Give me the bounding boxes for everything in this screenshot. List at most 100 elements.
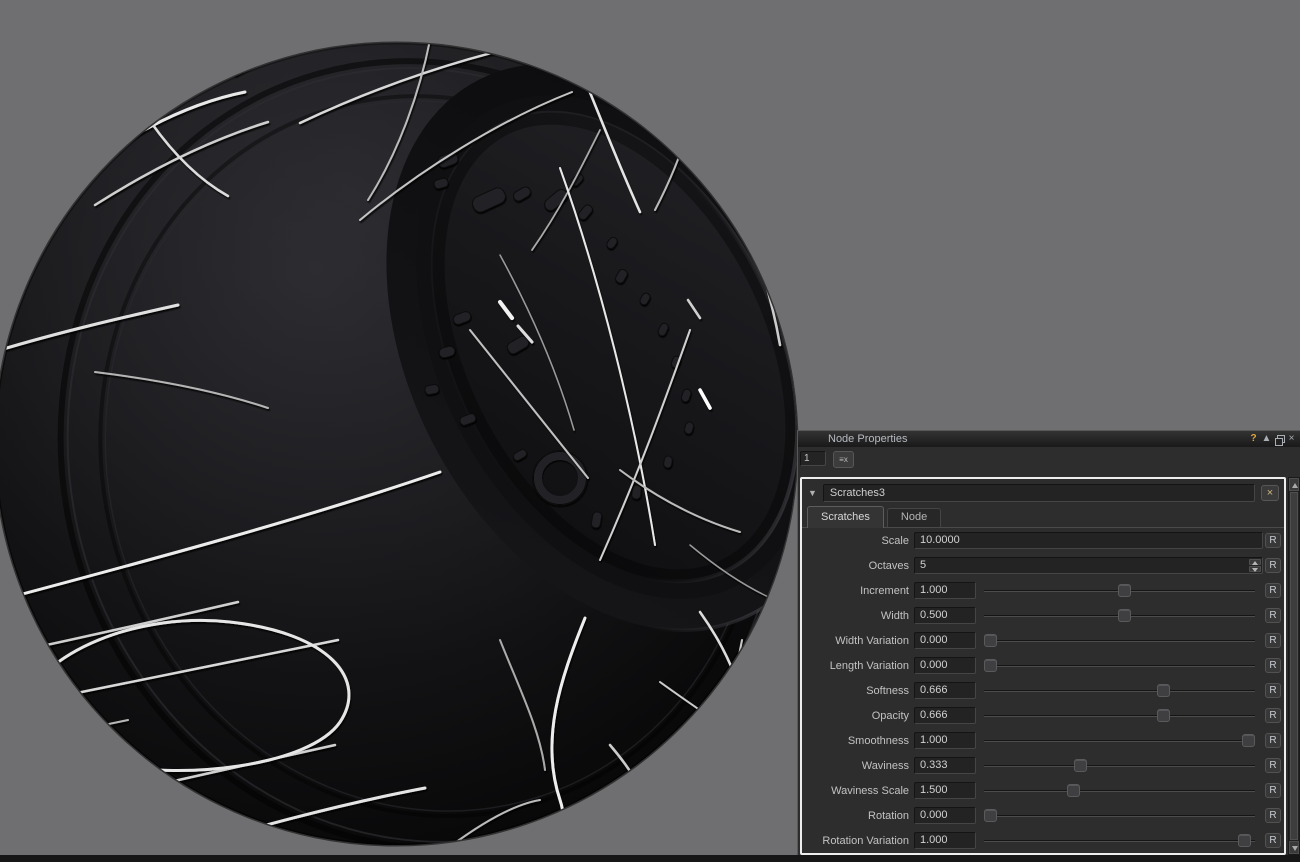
param-slider-rotation-variation[interactable] <box>984 832 1255 849</box>
param-slider-rotation[interactable] <box>984 807 1255 824</box>
tab-node[interactable]: Node <box>886 508 942 527</box>
slider-handle[interactable] <box>984 809 997 822</box>
param-slider-width[interactable] <box>984 607 1255 624</box>
node-index-input[interactable] <box>800 451 826 466</box>
slider-handle[interactable] <box>1156 684 1170 697</box>
param-value-length-variation[interactable]: 0.000 <box>914 657 976 674</box>
spinner-octaves[interactable] <box>1249 559 1261 572</box>
collapse-arrow-icon[interactable]: ▼ <box>808 488 817 498</box>
reset-button-opacity[interactable]: R <box>1265 708 1281 723</box>
node-tabs: Scratches Node <box>802 506 1284 528</box>
reset-button-length-variation[interactable]: R <box>1265 658 1281 673</box>
reset-button-rotation[interactable]: R <box>1265 808 1281 823</box>
slider-rail <box>984 665 1255 667</box>
panel-toolbar: ≡x <box>798 447 1300 475</box>
reset-button-width-variation[interactable]: R <box>1265 633 1281 648</box>
param-label-octaves: Octaves <box>868 559 909 572</box>
slider-handle[interactable] <box>1238 834 1252 847</box>
param-value-scale[interactable]: 10.0000 <box>914 532 1263 549</box>
param-row-rotation: Rotation 0.000 R <box>802 803 1284 828</box>
param-slider-length-variation[interactable] <box>984 657 1255 674</box>
param-value-opacity[interactable]: 0.666 <box>914 707 976 724</box>
app-viewport: Node Properties ? ▲ × ≡x ▼ Scratches3 × … <box>0 0 1300 862</box>
slider-handle[interactable] <box>1118 584 1132 597</box>
param-row-waviness: Waviness 0.333 R <box>802 753 1284 778</box>
param-label-softness: Softness <box>866 684 909 697</box>
slider-handle[interactable] <box>1242 734 1255 747</box>
param-slider-waviness-scale[interactable] <box>984 782 1255 799</box>
slider-handle[interactable] <box>1074 759 1088 772</box>
param-slider-width-variation[interactable] <box>984 632 1255 649</box>
reset-button-waviness-scale[interactable]: R <box>1265 783 1281 798</box>
spin-up-icon[interactable] <box>1249 559 1261 565</box>
scroll-down-button[interactable] <box>1289 841 1299 854</box>
titlebar-icons: ? ▲ × <box>1248 433 1300 446</box>
clear-selection-button[interactable]: ≡x <box>833 451 854 468</box>
param-slider-waviness[interactable] <box>984 757 1255 774</box>
param-label-increment: Increment <box>860 584 909 597</box>
param-list: Scale 10.0000 R Octaves 5 R Increment 1.000 R Wid… <box>802 528 1284 853</box>
detach-icon[interactable]: ▲ <box>1261 433 1272 445</box>
bottom-panel-edge <box>0 855 1300 862</box>
param-slider-increment[interactable] <box>984 582 1255 599</box>
param-slider-smoothness[interactable] <box>984 732 1255 749</box>
param-label-rotation: Rotation <box>868 809 909 822</box>
help-icon[interactable]: ? <box>1248 433 1259 445</box>
slider-rail <box>984 765 1255 767</box>
param-value-width-variation[interactable]: 0.000 <box>914 632 976 649</box>
param-label-scale: Scale <box>881 534 909 547</box>
reset-button-waviness[interactable]: R <box>1265 758 1281 773</box>
param-value-increment[interactable]: 1.000 <box>914 582 976 599</box>
param-value-softness[interactable]: 0.666 <box>914 682 976 699</box>
node-header: ▼ Scratches3 × <box>802 479 1284 506</box>
slider-handle[interactable] <box>984 659 997 672</box>
panel-scrollbar[interactable] <box>1288 477 1300 855</box>
param-row-rotation-variation: Rotation Variation 1.000 R <box>802 828 1284 853</box>
param-value-rotation-variation[interactable]: 1.000 <box>914 832 976 849</box>
shader-ball-3d-view[interactable] <box>0 0 800 862</box>
node-name-field[interactable]: Scratches3 <box>822 484 1255 502</box>
panel-title: Node Properties <box>828 433 908 445</box>
slider-rail <box>984 690 1255 692</box>
scrollbar-thumb[interactable] <box>1290 492 1298 840</box>
reset-button-smoothness[interactable]: R <box>1265 733 1281 748</box>
reset-button-width[interactable]: R <box>1265 608 1281 623</box>
spin-down-icon[interactable] <box>1249 566 1261 572</box>
reset-button-increment[interactable]: R <box>1265 583 1281 598</box>
close-icon[interactable]: × <box>1286 433 1297 445</box>
reset-button-softness[interactable]: R <box>1265 683 1281 698</box>
param-label-length-variation: Length Variation <box>829 659 909 672</box>
param-row-width-variation: Width Variation 0.000 R <box>802 628 1284 653</box>
slider-rail <box>984 840 1255 842</box>
param-row-increment: Increment 1.000 R <box>802 578 1284 603</box>
slider-rail <box>984 815 1255 817</box>
param-value-octaves[interactable]: 5 <box>914 557 1263 574</box>
slider-handle[interactable] <box>1156 709 1170 722</box>
param-value-waviness[interactable]: 0.333 <box>914 757 976 774</box>
param-value-rotation[interactable]: 0.000 <box>914 807 976 824</box>
param-label-waviness: Waviness <box>861 759 909 772</box>
param-row-scale: Scale 10.0000 R <box>802 528 1284 553</box>
param-value-smoothness[interactable]: 1.000 <box>914 732 976 749</box>
param-label-smoothness: Smoothness <box>847 734 909 747</box>
param-row-opacity: Opacity 0.666 R <box>802 703 1284 728</box>
node-properties-panel: Node Properties ? ▲ × ≡x ▼ Scratches3 × … <box>797 430 1300 856</box>
reset-button-octaves[interactable]: R <box>1265 558 1281 573</box>
param-slider-softness[interactable] <box>984 682 1255 699</box>
slider-handle[interactable] <box>1118 609 1132 622</box>
param-label-opacity: Opacity <box>871 709 909 722</box>
param-value-waviness-scale[interactable]: 1.500 <box>914 782 976 799</box>
param-row-softness: Softness 0.666 R <box>802 678 1284 703</box>
scroll-up-button[interactable] <box>1289 478 1299 491</box>
param-value-width[interactable]: 0.500 <box>914 607 976 624</box>
param-row-waviness-scale: Waviness Scale 1.500 R <box>802 778 1284 803</box>
tab-scratches[interactable]: Scratches <box>807 506 884 528</box>
param-slider-opacity[interactable] <box>984 707 1255 724</box>
slider-handle[interactable] <box>1066 784 1080 797</box>
remove-node-button[interactable]: × <box>1261 485 1279 501</box>
panel-titlebar[interactable]: Node Properties ? ▲ × <box>798 431 1300 447</box>
reset-button-rotation-variation[interactable]: R <box>1265 833 1281 848</box>
restore-icon[interactable] <box>1274 433 1285 446</box>
slider-handle[interactable] <box>984 634 997 647</box>
reset-button-scale[interactable]: R <box>1265 533 1281 548</box>
